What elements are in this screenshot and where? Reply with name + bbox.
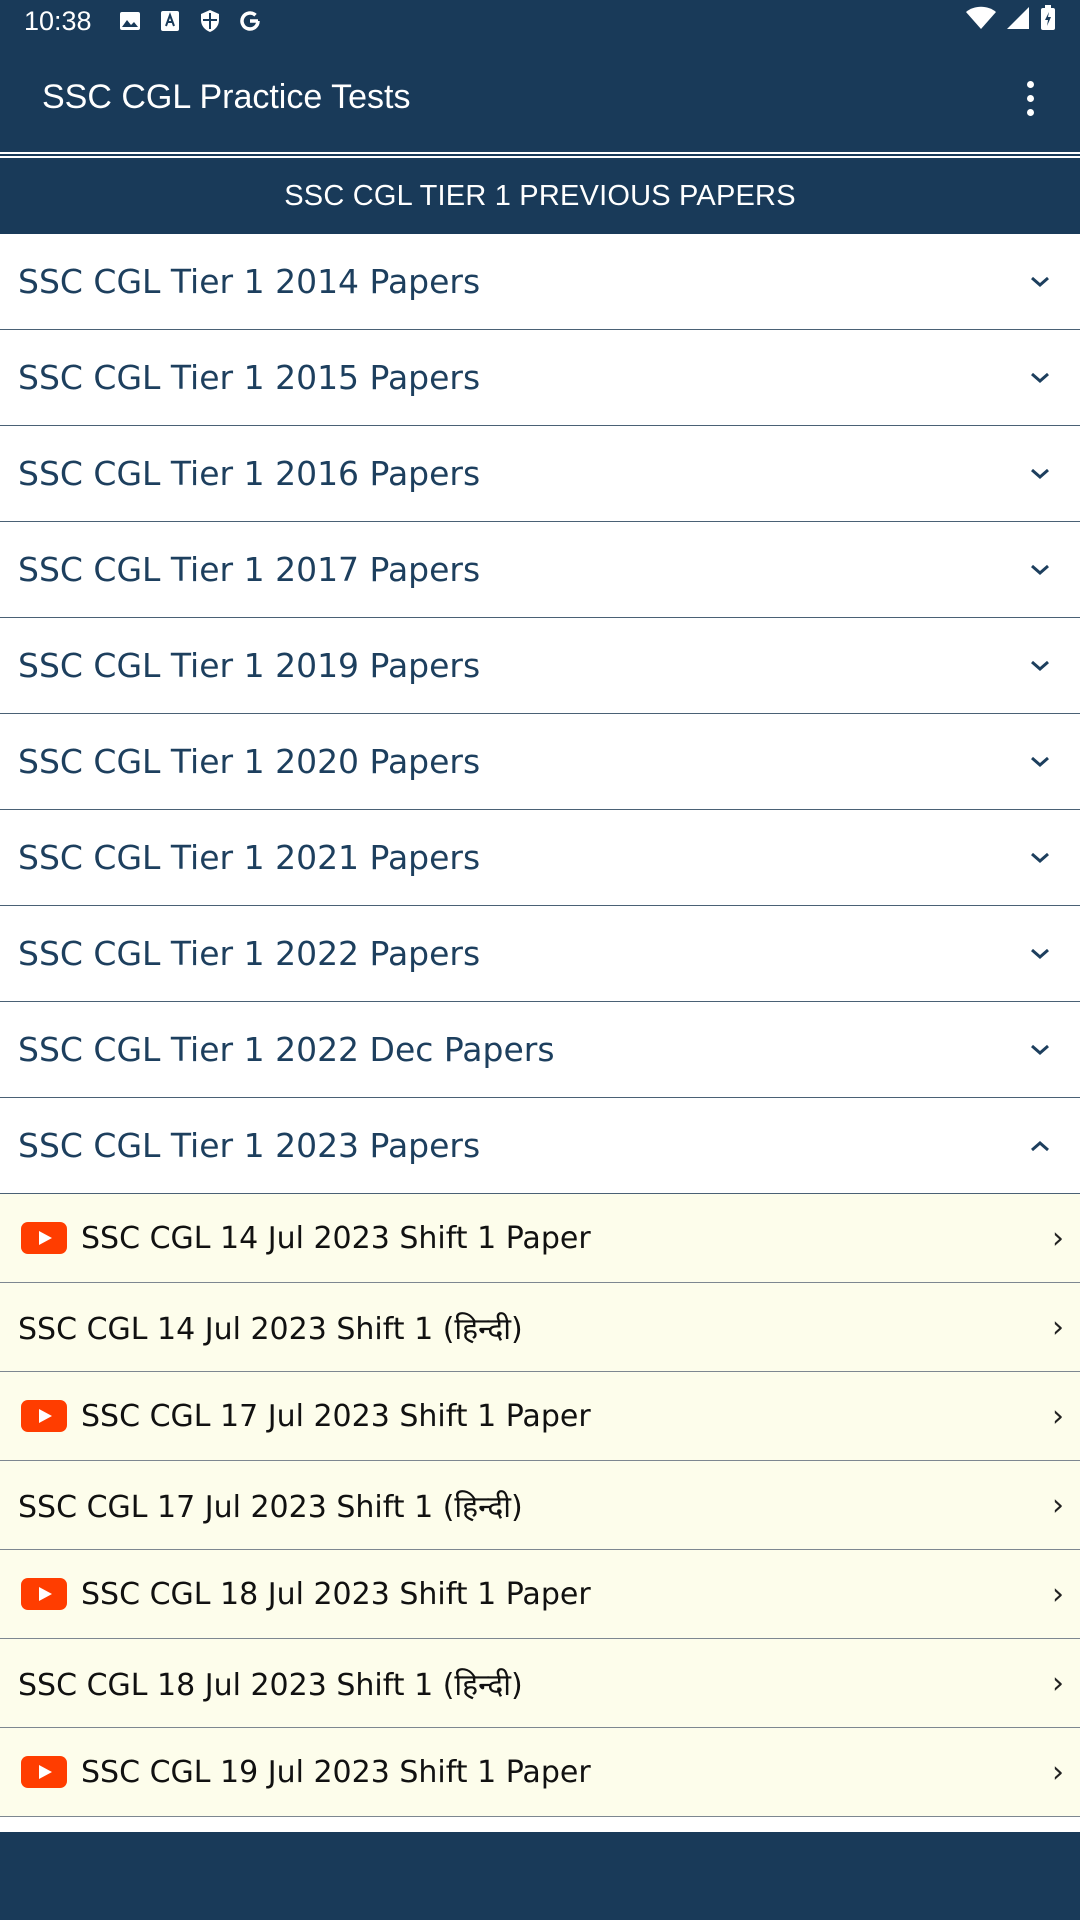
- more-options-button[interactable]: [1006, 72, 1054, 124]
- more-vert-icon: [1026, 80, 1034, 88]
- app-bar: SSC CGL Practice Tests: [0, 42, 1080, 154]
- youtube-play-icon: [21, 1222, 67, 1254]
- chevron-right-icon: ›: [1052, 1487, 1064, 1523]
- group-label: SSC CGL Tier 1 2021 Papers: [18, 838, 481, 877]
- status-time: 10:38: [24, 5, 92, 36]
- paper-item[interactable]: SSC CGL 18 Jul 2023 Shift 1 (हिन्दी) ›: [0, 1639, 1080, 1728]
- group-label: SSC CGL Tier 1 2023 Papers: [18, 1126, 481, 1165]
- group-label: SSC CGL Tier 1 2019 Papers: [18, 646, 481, 685]
- group-row[interactable]: SSC CGL Tier 1 2014 Papers: [0, 234, 1080, 330]
- notification-icons: [118, 9, 262, 33]
- group-label: SSC CGL Tier 1 2022 Dec Papers: [18, 1030, 555, 1069]
- paper-item[interactable]: SSC CGL 14 Jul 2023 Shift 1 Paper ›: [0, 1194, 1080, 1283]
- paper-item[interactable]: SSC CGL 18 Jul 2023 Shift 1 Paper ›: [0, 1550, 1080, 1639]
- chevron-down-icon: [1028, 654, 1052, 678]
- section-header: SSC CGL TIER 1 PREVIOUS PAPERS: [0, 156, 1080, 234]
- group-row[interactable]: SSC CGL Tier 1 2023 Papers: [0, 1098, 1080, 1194]
- paper-item-label: SSC CGL 19 Jul 2023 Shift 1 Paper: [81, 1754, 591, 1790]
- battery-charging-icon: [1040, 4, 1056, 38]
- paper-item-label: SSC CGL 18 Jul 2023 Shift 1 (हिन्दी): [18, 1667, 523, 1703]
- group-label: SSC CGL Tier 1 2022 Papers: [18, 934, 481, 973]
- chevron-right-icon: ›: [1052, 1398, 1064, 1434]
- paper-item-label: SSC CGL 17 Jul 2023 Shift 1 Paper: [81, 1398, 591, 1434]
- chevron-right-icon: ›: [1052, 1220, 1064, 1256]
- youtube-play-icon: [21, 1756, 67, 1788]
- chevron-down-icon: [1028, 270, 1052, 294]
- youtube-play-icon: [21, 1578, 67, 1610]
- group-label: SSC CGL Tier 1 2014 Papers: [18, 262, 481, 301]
- shield-icon: [198, 9, 222, 33]
- chevron-up-icon: [1028, 1134, 1052, 1158]
- chevron-down-icon: [1028, 1038, 1052, 1062]
- chevron-down-icon: [1028, 846, 1052, 870]
- group-row[interactable]: SSC CGL Tier 1 2021 Papers: [0, 810, 1080, 906]
- paper-item-label: SSC CGL 18 Jul 2023 Shift 1 Paper: [81, 1576, 591, 1612]
- status-bar: 10:38: [0, 0, 1080, 42]
- group-row[interactable]: SSC CGL Tier 1 2019 Papers: [0, 618, 1080, 714]
- paper-item-label: SSC CGL 14 Jul 2023 Shift 1 (हिन्दी): [18, 1311, 523, 1347]
- chevron-right-icon: ›: [1052, 1754, 1064, 1790]
- app-title: SSC CGL Practice Tests: [42, 77, 411, 116]
- font-icon: [158, 9, 182, 33]
- group-label: SSC CGL Tier 1 2020 Papers: [18, 742, 481, 781]
- chevron-down-icon: [1028, 942, 1052, 966]
- papers-list[interactable]: SSC CGL Tier 1 2014 Papers SSC CGL Tier 1…: [0, 234, 1080, 1832]
- group-row[interactable]: SSC CGL Tier 1 2017 Papers: [0, 522, 1080, 618]
- group-label: SSC CGL Tier 1 2017 Papers: [18, 550, 481, 589]
- paper-item-label: SSC CGL 17 Jul 2023 Shift 1 (हिन्दी): [18, 1489, 523, 1525]
- group-row[interactable]: SSC CGL Tier 1 2015 Papers: [0, 330, 1080, 426]
- google-icon: [238, 9, 262, 33]
- groups-container: SSC CGL Tier 1 2014 Papers SSC CGL Tier 1…: [0, 234, 1080, 1194]
- group-row[interactable]: SSC CGL Tier 1 2016 Papers: [0, 426, 1080, 522]
- chevron-down-icon: [1028, 558, 1052, 582]
- chevron-right-icon: ›: [1052, 1665, 1064, 1701]
- expanded-items-container: SSC CGL 14 Jul 2023 Shift 1 Paper › SSC CG…: [0, 1194, 1080, 1817]
- image-icon: [118, 9, 142, 33]
- system-icons: [966, 4, 1056, 38]
- group-row[interactable]: SSC CGL Tier 1 2022 Dec Papers: [0, 1002, 1080, 1098]
- chevron-down-icon: [1028, 366, 1052, 390]
- chevron-down-icon: [1028, 462, 1052, 486]
- paper-item[interactable]: SSC CGL 17 Jul 2023 Shift 1 Paper ›: [0, 1372, 1080, 1461]
- paper-item[interactable]: SSC CGL 17 Jul 2023 Shift 1 (हिन्दी) ›: [0, 1461, 1080, 1550]
- paper-item[interactable]: SSC CGL 19 Jul 2023 Shift 1 Paper ›: [0, 1728, 1080, 1817]
- chevron-down-icon: [1028, 750, 1052, 774]
- group-row[interactable]: SSC CGL Tier 1 2022 Papers: [0, 906, 1080, 1002]
- cell-signal-icon: [1006, 6, 1030, 37]
- wifi-icon: [966, 6, 996, 37]
- youtube-play-icon: [21, 1400, 67, 1432]
- paper-item-label: SSC CGL 14 Jul 2023 Shift 1 Paper: [81, 1220, 591, 1256]
- chevron-right-icon: ›: [1052, 1309, 1064, 1345]
- group-label: SSC CGL Tier 1 2016 Papers: [18, 454, 481, 493]
- bottom-bar: [0, 1832, 1080, 1920]
- group-label: SSC CGL Tier 1 2015 Papers: [18, 358, 481, 397]
- chevron-right-icon: ›: [1052, 1576, 1064, 1612]
- group-row[interactable]: SSC CGL Tier 1 2020 Papers: [0, 714, 1080, 810]
- paper-item[interactable]: SSC CGL 14 Jul 2023 Shift 1 (हिन्दी) ›: [0, 1283, 1080, 1372]
